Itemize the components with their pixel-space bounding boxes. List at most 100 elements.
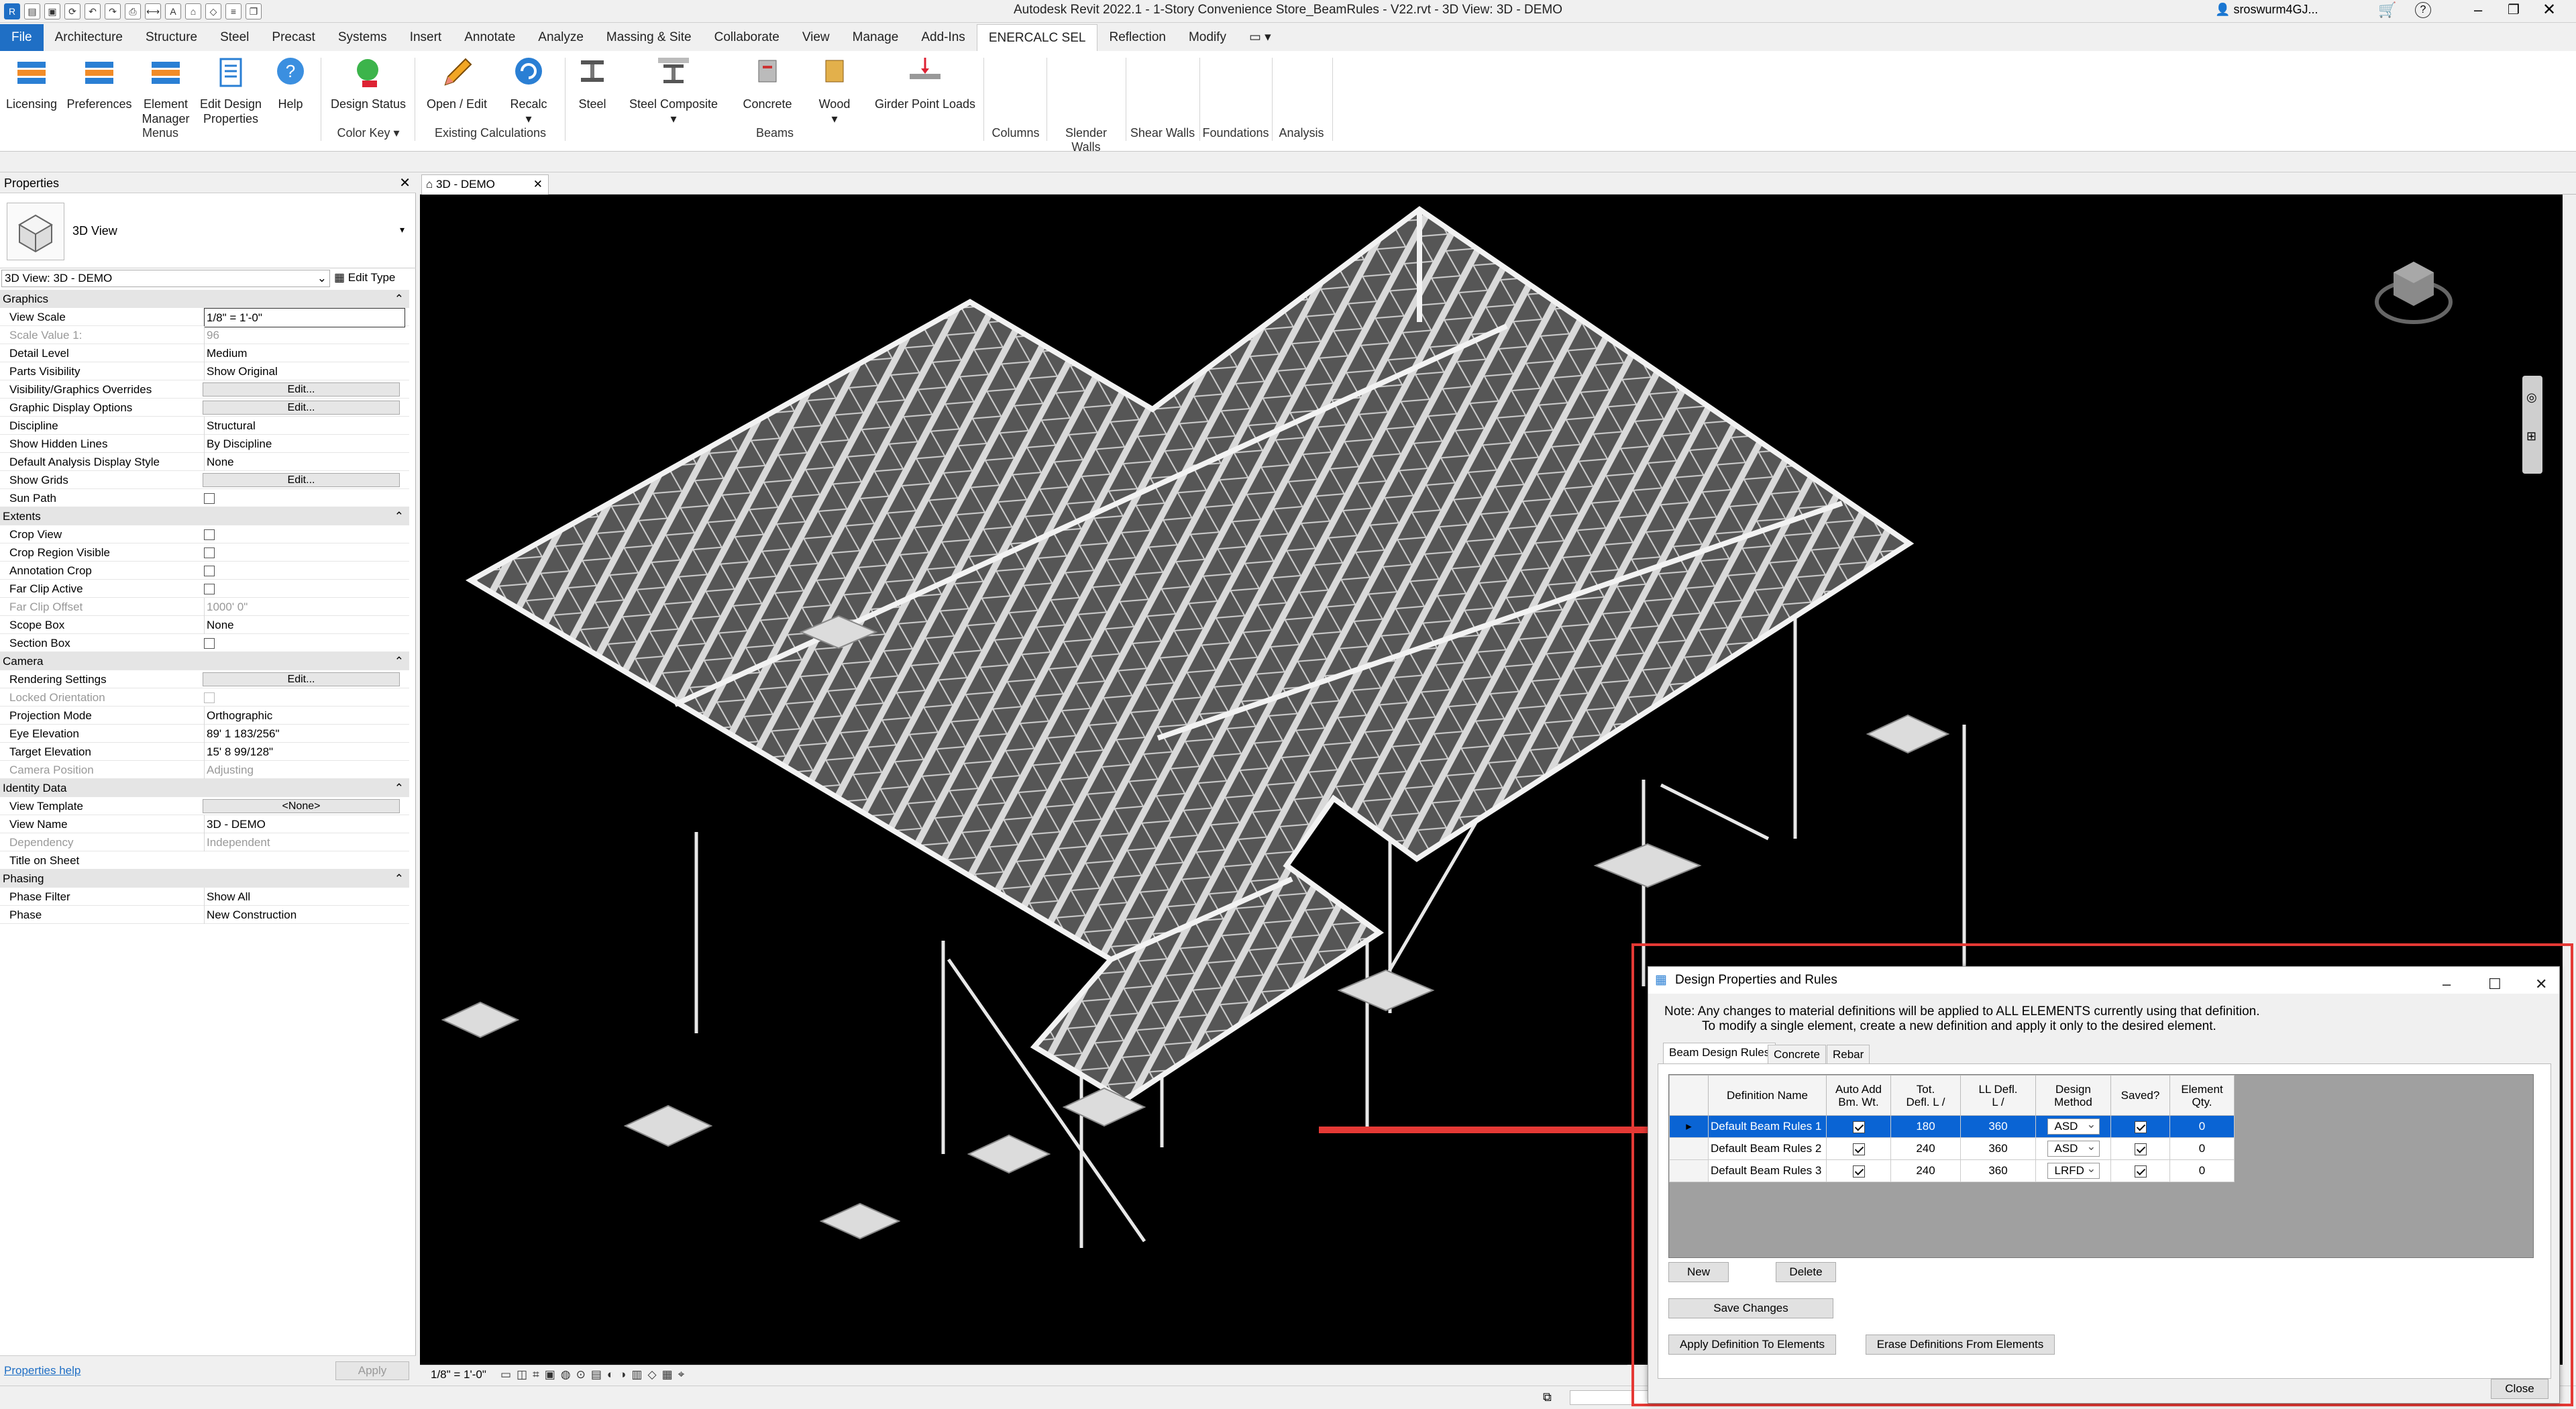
panel-analysis[interactable]: Analysis	[1275, 126, 1328, 140]
erase-definitions-button[interactable]: Erase Definitions From Elements	[1866, 1335, 2055, 1355]
tab-systems[interactable]: Systems	[327, 24, 398, 51]
row-far-clip-active[interactable]: Far Clip Active	[0, 580, 409, 598]
saved-checkbox[interactable]	[2110, 1115, 2170, 1138]
tab-massing-site[interactable]: Massing & Site	[595, 24, 703, 51]
show-grids-edit-button[interactable]: Edit...	[203, 473, 400, 487]
row-projection[interactable]: Projection Mode Orthographic	[0, 707, 409, 725]
tab-enercalc-sel[interactable]: ENERCALC SEL	[976, 24, 1098, 51]
new-button[interactable]: New	[1668, 1262, 1729, 1282]
row-target-elevation[interactable]: Target Elevation 15' 8 99/128"	[0, 743, 409, 761]
preferences-button[interactable]: Preferences	[64, 55, 134, 111]
element-manager-button[interactable]: Element Manager	[137, 55, 195, 126]
steel-beam-button[interactable]: Steel	[570, 55, 614, 111]
dialog-close-icon[interactable]: ✕	[2535, 971, 2547, 998]
instance-selector[interactable]: 3D View: 3D - DEMO ⌄	[1, 270, 330, 287]
sun-path-checkbox[interactable]	[204, 493, 215, 504]
graphic-display-edit-button[interactable]: Edit...	[203, 401, 400, 415]
tab-annotate[interactable]: Annotate	[453, 24, 527, 51]
user-account[interactable]: 👤 sroswurm4GJ...	[2215, 3, 2318, 17]
row-crop-region[interactable]: Crop Region Visible	[0, 543, 409, 562]
tab-add-ins[interactable]: Add-Ins	[910, 24, 976, 51]
tab-rebar[interactable]: Rebar	[1827, 1045, 1870, 1063]
cell-ll-defl[interactable]: 360	[1960, 1137, 2036, 1160]
tab-collaborate[interactable]: Collaborate	[703, 24, 791, 51]
tab-3d-demo[interactable]: ⌂ 3D - DEMO ✕	[421, 174, 549, 195]
close-button[interactable]: Close	[2491, 1379, 2548, 1399]
open-edit-button[interactable]: Open / Edit	[420, 55, 494, 111]
edit-type-button[interactable]: ▦ Edit Type	[334, 270, 413, 287]
row-scope-box[interactable]: Scope Box None	[0, 616, 409, 634]
row-crop-view[interactable]: Crop View	[0, 525, 409, 543]
properties-help-link[interactable]: Properties help	[4, 1364, 80, 1377]
cell-tot-defl[interactable]: 240	[1890, 1137, 1961, 1160]
girder-point-loads-button[interactable]: Girder Point Loads	[871, 55, 979, 111]
dialog-minimize-icon[interactable]: –	[2443, 971, 2451, 998]
auto-add-checkbox[interactable]	[1826, 1137, 1891, 1160]
save-changes-button[interactable]: Save Changes	[1668, 1298, 1833, 1318]
worksets-icon[interactable]: ⧉	[1543, 1390, 1552, 1404]
row-show-grids[interactable]: Show Grids Edit...	[0, 471, 409, 489]
delete-button[interactable]: Delete	[1776, 1262, 1836, 1282]
apply-button[interactable]: Apply	[335, 1361, 409, 1380]
section-phasing[interactable]: Phasing ⌃	[0, 870, 409, 888]
wood-beam-button[interactable]: Wood ▾	[806, 55, 863, 126]
tab-modify[interactable]: Modify	[1177, 24, 1238, 51]
row-hidden-lines[interactable]: Show Hidden Lines By Discipline	[0, 435, 409, 453]
cell-definition-name[interactable]: Default Beam Rules 2	[1708, 1137, 1827, 1160]
row-analysis-style[interactable]: Default Analysis Display Style None	[0, 453, 409, 471]
cell-definition-name[interactable]: Default Beam Rules 3	[1708, 1159, 1827, 1182]
col-element-qty[interactable]: Element Qty.	[2169, 1075, 2235, 1116]
cell-ll-defl[interactable]: 360	[1960, 1159, 2036, 1182]
panel-shear-walls[interactable]: Shear Walls	[1130, 126, 1195, 140]
help-icon[interactable]: ?	[2415, 2, 2431, 18]
section-identity-data[interactable]: Identity Data ⌃	[0, 779, 409, 797]
far-clip-checkbox[interactable]	[204, 584, 215, 594]
crop-view-checkbox[interactable]	[204, 529, 215, 540]
section-camera[interactable]: Camera ⌃	[0, 652, 409, 670]
view-scale-control[interactable]: 1/8" = 1'-0"	[431, 1365, 486, 1384]
panel-columns[interactable]: Columns	[989, 126, 1042, 140]
design-method-select[interactable]: ASD	[2035, 1115, 2111, 1138]
apply-definition-button[interactable]: Apply Definition To Elements	[1668, 1335, 1836, 1355]
tab-insert[interactable]: Insert	[398, 24, 453, 51]
tab-steel[interactable]: Steel	[209, 24, 260, 51]
steel-composite-button[interactable]: Steel Composite ▾	[623, 55, 724, 126]
licensing-button[interactable]: Licensing	[3, 55, 60, 111]
panel-slender-walls[interactable]: Slender Walls	[1051, 126, 1122, 154]
row-view-name[interactable]: View Name 3D - DEMO	[0, 815, 409, 833]
ribbon-options-icon[interactable]: ▭ ▾	[1238, 24, 1283, 51]
concrete-beam-button[interactable]: Concrete	[737, 55, 798, 111]
row-rendering[interactable]: Rendering Settings Edit...	[0, 670, 409, 688]
saved-checkbox[interactable]	[2110, 1137, 2170, 1160]
col-auto-add[interactable]: Auto Add Bm. Wt.	[1826, 1075, 1891, 1116]
row-detail-level[interactable]: Detail Level Medium	[0, 344, 409, 362]
row-annotation-crop[interactable]: Annotation Crop	[0, 562, 409, 580]
type-selector[interactable]: 3D View ▾	[0, 195, 416, 268]
tab-analyze[interactable]: Analyze	[527, 24, 595, 51]
col-design-method[interactable]: Design Method	[2035, 1075, 2111, 1116]
cell-tot-defl[interactable]: 240	[1890, 1159, 1961, 1182]
row-view-scale[interactable]: View Scale 1/8" = 1'-0"	[0, 308, 409, 327]
tab-file[interactable]: File	[0, 24, 44, 51]
color-key-dropdown[interactable]: Color Key ▾	[326, 126, 411, 140]
rendering-edit-button[interactable]: Edit...	[203, 672, 400, 686]
row-section-box[interactable]: Section Box	[0, 634, 409, 652]
type-dropdown-icon[interactable]: ▾	[400, 224, 405, 236]
minimize-icon[interactable]: –	[2474, 1, 2482, 19]
panel-foundations[interactable]: Foundations	[1202, 126, 1269, 140]
col-saved[interactable]: Saved?	[2110, 1075, 2170, 1116]
close-properties-icon[interactable]: ✕	[399, 173, 411, 193]
tab-beam-design-rules[interactable]: Beam Design Rules	[1663, 1043, 1776, 1064]
section-extents[interactable]: Extents ⌃	[0, 507, 409, 525]
row-sun-path[interactable]: Sun Path	[0, 489, 409, 507]
col-tot-defl[interactable]: Tot. Defl. L /	[1890, 1075, 1961, 1116]
crop-region-checkbox[interactable]	[204, 547, 215, 558]
annotation-crop-checkbox[interactable]	[204, 566, 215, 576]
row-vg-overrides[interactable]: Visibility/Graphics Overrides Edit...	[0, 380, 409, 399]
section-box-checkbox[interactable]	[204, 638, 215, 649]
help-button[interactable]: ? Help	[267, 55, 314, 111]
zoom-icon[interactable]: ⊞	[2526, 429, 2536, 443]
tab-structure[interactable]: Structure	[134, 24, 209, 51]
design-method-select[interactable]: ASD	[2035, 1137, 2111, 1160]
auto-add-checkbox[interactable]	[1826, 1115, 1891, 1138]
